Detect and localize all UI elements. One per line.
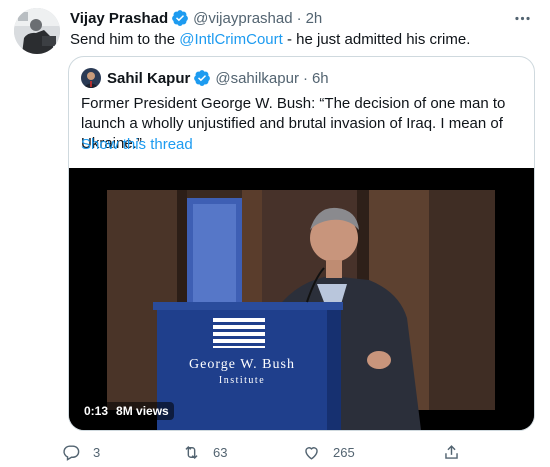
reply-icon xyxy=(63,444,80,461)
tweet-text-before: Send him to the xyxy=(70,31,180,48)
separator-dot: · xyxy=(296,9,302,27)
like-icon xyxy=(305,446,318,460)
podium-line2: Institute xyxy=(219,375,265,386)
retweet-count: 63 xyxy=(213,444,228,460)
retweet-button[interactable]: 63 xyxy=(182,440,227,464)
quoted-header: Sahil Kapur @sahilkapur · 6h xyxy=(81,68,329,88)
author-name[interactable]: Vijay Prashad xyxy=(70,10,168,27)
tweet[interactable]: Vijay Prashad @vijayprashad · 2h Send hi… xyxy=(0,0,550,467)
verified-badge-icon xyxy=(193,69,211,87)
video-frame: George W. Bush Institute xyxy=(69,168,534,430)
mention-link[interactable]: @IntlCrimCourt xyxy=(179,31,283,48)
video-player[interactable]: George W. Bush Institute 0:13 8M views xyxy=(69,168,534,430)
tweet-timestamp[interactable]: 2h xyxy=(306,10,323,27)
more-icon[interactable] xyxy=(510,6,534,30)
share-button[interactable] xyxy=(442,440,461,464)
reply-button[interactable]: 3 xyxy=(62,440,100,464)
author-handle[interactable]: @vijayprashad xyxy=(193,10,292,27)
video-views: 8M views xyxy=(116,404,169,418)
quoted-author-avatar[interactable] xyxy=(81,68,101,88)
like-count: 265 xyxy=(333,444,355,460)
quoted-author-handle[interactable]: @sahilkapur xyxy=(215,70,299,87)
separator-dot: · xyxy=(302,69,308,87)
video-stats: 0:13 8M views xyxy=(79,402,174,420)
quoted-timestamp[interactable]: 6h xyxy=(312,70,329,87)
reply-count: 3 xyxy=(93,444,101,460)
tweet-text: Send him to the @IntlCrimCourt - he just… xyxy=(70,30,470,50)
retweet-icon xyxy=(185,445,198,459)
share-icon xyxy=(445,444,458,459)
quoted-tweet[interactable]: Sahil Kapur @sahilkapur · 6h Former Pres… xyxy=(68,56,535,431)
quoted-author-name[interactable]: Sahil Kapur xyxy=(107,70,190,87)
podium-line1: George W. Bush xyxy=(189,357,295,372)
verified-badge-icon xyxy=(171,9,189,27)
action-bar: 3 63 265 xyxy=(62,440,472,464)
video-duration: 0:13 xyxy=(84,404,109,418)
like-button[interactable]: 265 xyxy=(302,440,355,464)
tweet-text-after: - he just admitted his crime. xyxy=(282,31,471,48)
author-avatar[interactable] xyxy=(14,8,60,54)
show-thread-link[interactable]: Show this thread xyxy=(81,135,193,155)
tweet-header: Vijay Prashad @vijayprashad · 2h xyxy=(70,8,322,28)
